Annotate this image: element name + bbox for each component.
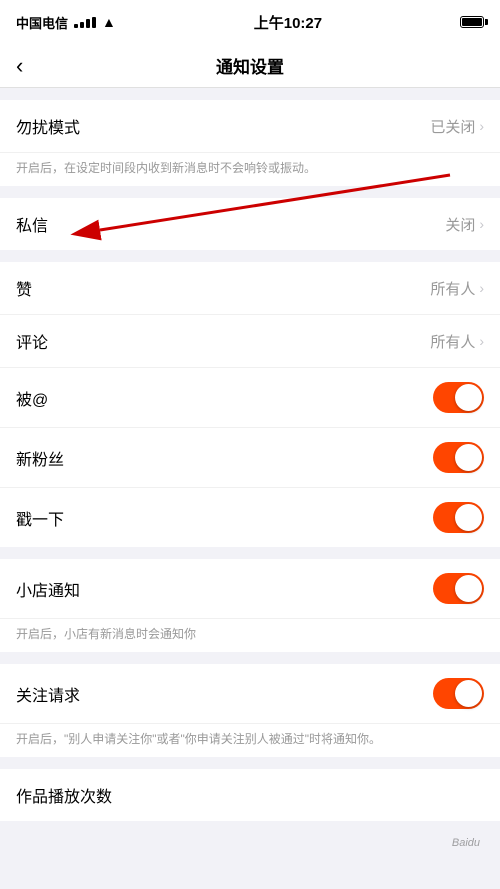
setting-item-被@[interactable]: 被@ <box>0 368 500 428</box>
toggle-被@[interactable] <box>433 382 484 413</box>
status-left: 中国电信 ▲ <box>16 13 116 32</box>
setting-item-私信[interactable]: 私信 关闭› <box>0 198 500 250</box>
chevron-right-icon: › <box>479 333 484 349</box>
signal-bar-3 <box>86 19 90 28</box>
toggle-knob <box>455 384 482 411</box>
setting-item-戳一下[interactable]: 戳一下 <box>0 488 500 547</box>
item-right <box>433 442 484 473</box>
item-label: 戳一下 <box>16 506 64 530</box>
page-title: 通知设置 <box>216 53 284 78</box>
item-label: 关注请求 <box>16 682 80 706</box>
item-value: 所有人 <box>430 331 475 352</box>
setting-item-作品播放次数[interactable]: 作品播放次数 <box>0 769 500 821</box>
item-label: 被@ <box>16 386 48 410</box>
section-shop: 小店通知开启后，小店有新消息时会通知你 <box>0 559 500 652</box>
item-label: 小店通知 <box>16 577 80 601</box>
section-note: 开启后，小店有新消息时会通知你 <box>0 619 500 652</box>
section-dnd: 勿扰模式 已关闭› 开启后，在设定时间段内收到新消息时不会响铃或振动。 <box>0 100 500 186</box>
section-private: 私信 关闭› <box>0 198 500 250</box>
item-label: 评论 <box>16 329 48 353</box>
section-follow: 关注请求开启后，"别人申请关注你"或者"你申请关注别人被通过"时将通知你。 <box>0 664 500 757</box>
item-label: 作品播放次数 <box>16 783 112 807</box>
item-right: 已关闭› <box>430 116 484 137</box>
item-label: 勿扰模式 <box>16 114 80 138</box>
item-value: 所有人 <box>430 278 475 299</box>
carrier-label: 中国电信 <box>16 13 68 32</box>
nav-bar: ‹ 通知设置 <box>0 44 500 88</box>
section-note: 开启后，在设定时间段内收到新消息时不会响铃或振动。 <box>0 153 500 186</box>
toggle-关注请求[interactable] <box>433 678 484 709</box>
signal-bar-1 <box>74 24 78 28</box>
chevron-right-icon: › <box>479 216 484 232</box>
toggle-knob <box>455 504 482 531</box>
toggle-knob <box>455 680 482 707</box>
item-right <box>433 382 484 413</box>
chevron-right-icon: › <box>479 280 484 296</box>
item-right <box>433 573 484 604</box>
item-right: 关闭› <box>445 214 484 235</box>
item-label: 赞 <box>16 276 32 300</box>
item-label: 新粉丝 <box>16 446 64 470</box>
status-bar: 中国电信 ▲ 上午10:27 <box>0 0 500 44</box>
toggle-新粉丝[interactable] <box>433 442 484 473</box>
chevron-right-icon: › <box>479 118 484 134</box>
item-right: 所有人› <box>430 331 484 352</box>
signal-bar-2 <box>80 22 84 28</box>
item-right <box>433 678 484 709</box>
signal-bars <box>74 17 96 28</box>
item-value: 已关闭 <box>430 116 475 137</box>
status-time: 上午10:27 <box>254 12 322 33</box>
item-value: 关闭 <box>445 214 475 235</box>
toggle-knob <box>455 575 482 602</box>
status-right <box>460 16 484 28</box>
signal-bar-4 <box>92 17 96 28</box>
section-interactions: 赞所有人›评论所有人›被@新粉丝戳一下 <box>0 262 500 547</box>
back-button[interactable]: ‹ <box>16 53 23 79</box>
setting-item-评论[interactable]: 评论 所有人› <box>0 315 500 368</box>
section-plays: 作品播放次数 <box>0 769 500 821</box>
toggle-戳一下[interactable] <box>433 502 484 533</box>
item-right <box>433 502 484 533</box>
item-label: 私信 <box>16 212 48 236</box>
battery-icon <box>460 16 484 28</box>
battery-fill <box>462 18 482 26</box>
toggle-knob <box>455 444 482 471</box>
setting-item-新粉丝[interactable]: 新粉丝 <box>0 428 500 488</box>
section-note: 开启后，"别人申请关注你"或者"你申请关注别人被通过"时将通知你。 <box>0 724 500 757</box>
setting-item-小店通知[interactable]: 小店通知 <box>0 559 500 619</box>
setting-item-勿扰模式[interactable]: 勿扰模式 已关闭› <box>0 100 500 153</box>
toggle-小店通知[interactable] <box>433 573 484 604</box>
wifi-icon: ▲ <box>102 14 116 30</box>
watermark: Baidu <box>452 837 480 849</box>
setting-item-关注请求[interactable]: 关注请求 <box>0 664 500 724</box>
setting-item-赞[interactable]: 赞 所有人› <box>0 262 500 315</box>
item-right: 所有人› <box>430 278 484 299</box>
